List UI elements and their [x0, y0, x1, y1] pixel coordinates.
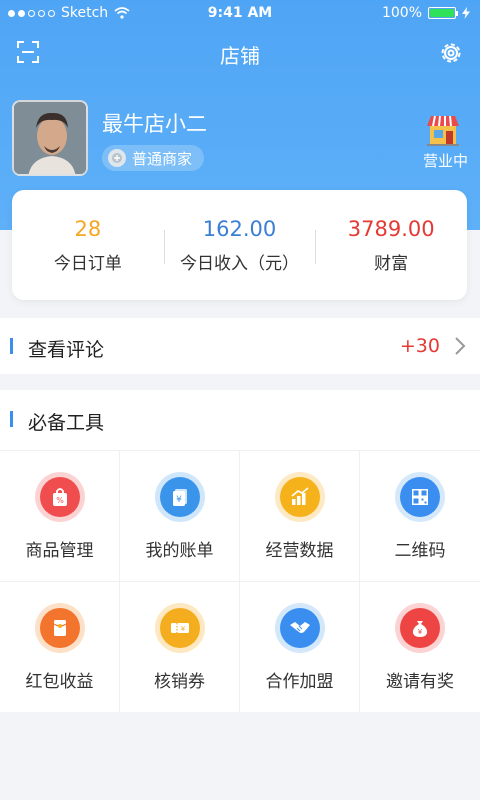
qr-code-icon: [395, 471, 445, 522]
tool-business-data[interactable]: 经营数据: [240, 450, 360, 581]
stat-wealth[interactable]: 3789.00 财富: [315, 190, 467, 300]
shopping-bag-icon: %: [34, 471, 85, 522]
bar-chart-icon: [274, 471, 325, 522]
svg-text:¥: ¥: [418, 628, 423, 636]
battery-icon: [428, 7, 458, 19]
bill-icon: ¥: [154, 471, 205, 522]
stat-income[interactable]: 162.00 今日收入（元）: [163, 190, 316, 300]
avatar-photo: [14, 102, 86, 174]
store-status: 营业中: [422, 152, 468, 170]
tool-partnership[interactable]: 合作加盟: [240, 581, 360, 712]
avatar[interactable]: [12, 100, 88, 176]
section-marker: [10, 338, 13, 354]
stat-value: 28: [74, 216, 102, 241]
svg-text:¥: ¥: [180, 625, 185, 633]
section-marker: [10, 411, 13, 427]
stat-value: 3789.00: [347, 216, 435, 241]
stat-orders[interactable]: 28 今日订单: [12, 190, 164, 300]
tool-label: 核销券: [154, 671, 205, 692]
merchant-level-badge: 普通商家: [102, 145, 205, 171]
tool-label: 二维码: [394, 540, 446, 561]
tools-section: 必备工具 % 商品管理 ¥ 我的账单 经营数据 二维码 红包收益 ¥ 核销券 合…: [0, 390, 480, 712]
store-icon[interactable]: [424, 110, 462, 148]
tools-title: 必备工具: [28, 412, 105, 434]
handshake-icon: [274, 602, 325, 653]
svg-text:%: %: [56, 496, 64, 505]
svg-text:¥: ¥: [176, 495, 182, 505]
tool-label: 商品管理: [25, 540, 94, 561]
tool-label: 红包收益: [25, 671, 94, 692]
status-bar: Sketch 9:41 AM 100%: [0, 0, 480, 28]
battery-percent: 100%: [381, 5, 422, 21]
tool-label: 经营数据: [265, 540, 334, 561]
tool-invite-rewards[interactable]: ¥ 邀请有奖: [360, 581, 480, 712]
tool-label: 合作加盟: [265, 671, 334, 692]
nav-bar: 店铺: [0, 28, 480, 78]
merchant-level-label: 普通商家: [132, 149, 193, 168]
tool-label: 我的账单: [145, 540, 214, 561]
coupon-icon: ¥: [154, 602, 205, 653]
reviews-title: 查看评论: [28, 339, 105, 361]
stat-label: 今日订单: [53, 253, 122, 274]
red-envelope-icon: [34, 602, 85, 653]
reviews-row[interactable]: 查看评论 +30: [0, 318, 480, 374]
tools-grid: % 商品管理 ¥ 我的账单 经营数据 二维码 红包收益 ¥ 核销券 合作加盟 ¥…: [0, 450, 480, 712]
stats-card: 28 今日订单 162.00 今日收入（元） 3789.00 财富: [12, 190, 467, 300]
tool-product-management[interactable]: % 商品管理: [0, 450, 120, 581]
stat-label: 今日收入（元）: [180, 253, 299, 274]
reviews-count: +30: [399, 335, 440, 357]
stat-label: 财富: [374, 253, 409, 274]
tool-red-envelope-earnings[interactable]: 红包收益: [0, 581, 120, 712]
gear-icon[interactable]: [438, 40, 464, 66]
chevron-right-icon: [455, 337, 466, 355]
tool-qr-code[interactable]: 二维码: [360, 450, 480, 581]
shop-name: 最牛店小二: [102, 112, 207, 136]
money-bag-icon: ¥: [395, 602, 445, 653]
page-title: 店铺: [220, 44, 260, 68]
tool-label: 邀请有奖: [386, 671, 454, 692]
tool-coupon-redemption[interactable]: ¥ 核销券: [120, 581, 240, 712]
tool-my-bills[interactable]: ¥ 我的账单: [120, 450, 240, 581]
charging-icon: [462, 7, 470, 19]
stat-value: 162.00: [202, 216, 277, 241]
merchant-icon: [108, 149, 126, 167]
